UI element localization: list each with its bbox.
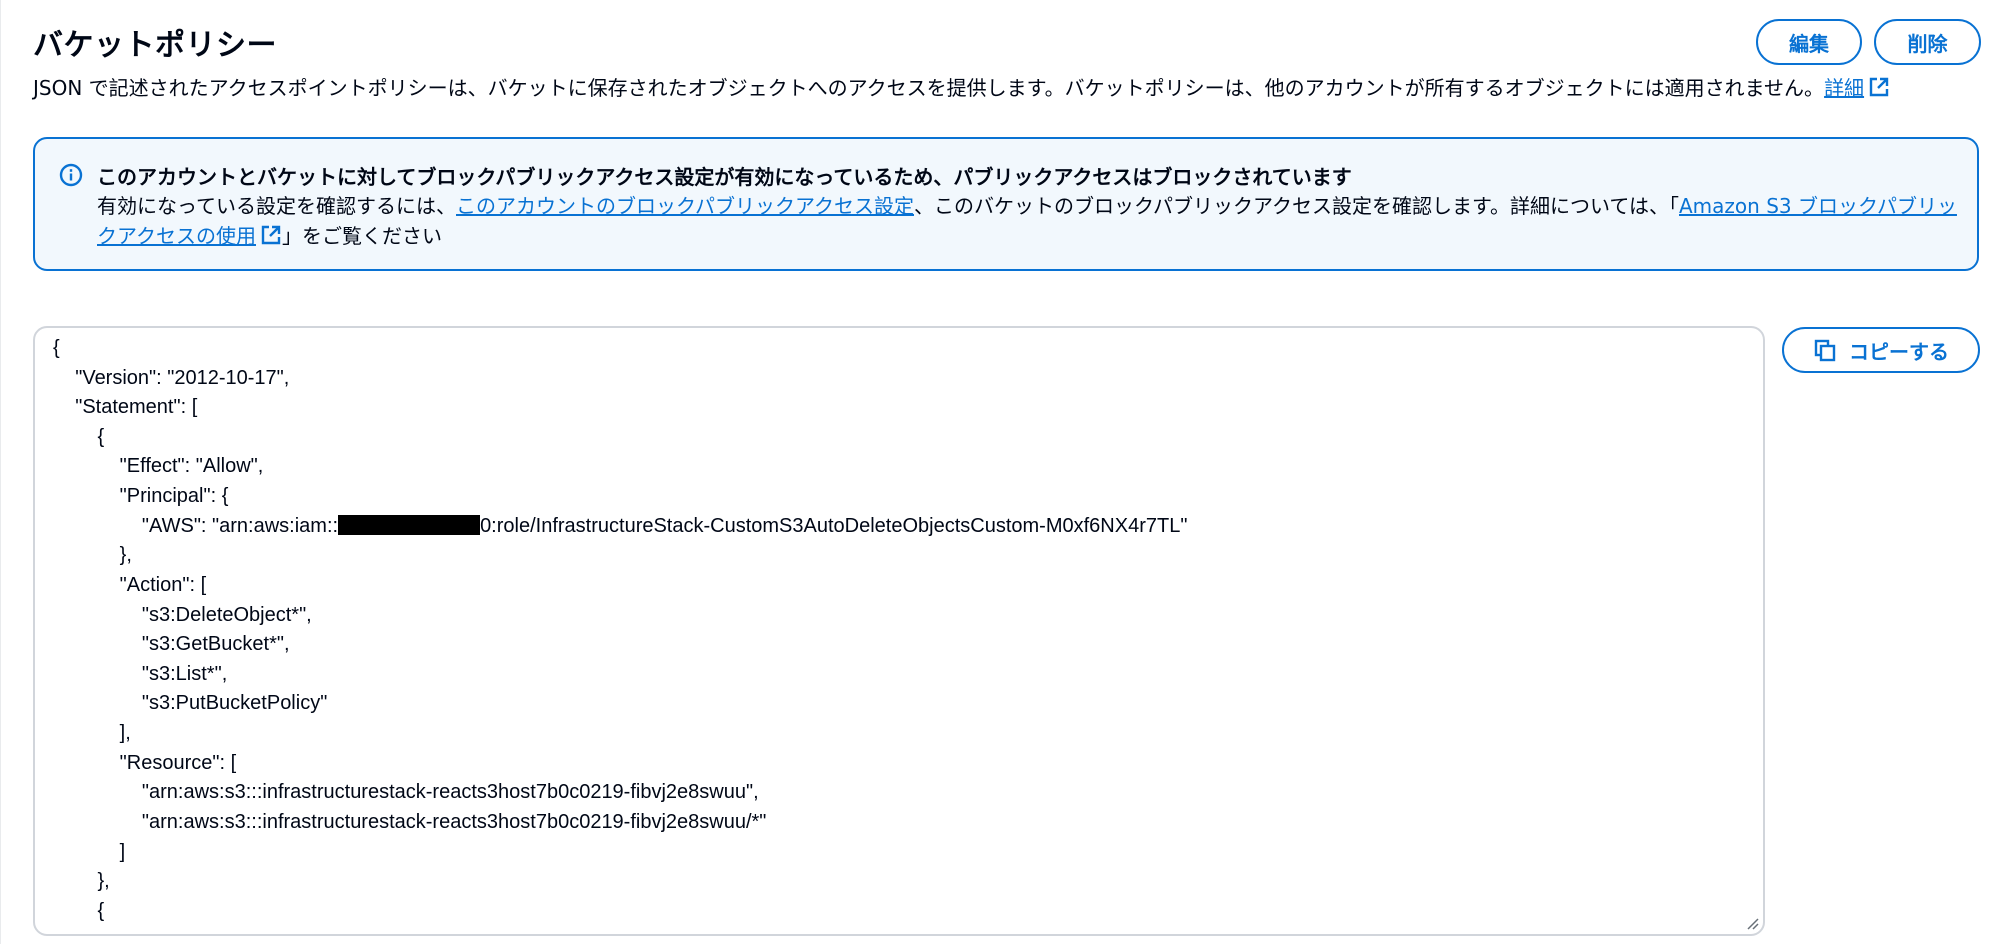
details-link[interactable]: 詳細 xyxy=(1824,76,1890,100)
principal-prefix: "AWS": "arn:aws:iam:: xyxy=(53,515,339,537)
code-line: "Version": "2012-10-17", xyxy=(53,367,290,389)
code-line: { xyxy=(53,900,105,922)
code-line-principal: "AWS": "arn:aws:iam:: 0:role/Infrastructu… xyxy=(53,515,1187,538)
external-link-icon xyxy=(261,225,281,245)
copy-icon xyxy=(1814,339,1836,362)
code-line: "Effect": "Allow", xyxy=(53,455,264,477)
code-line: { xyxy=(53,426,105,448)
alert-body-suffix: 」をご覧ください xyxy=(282,224,442,248)
bucket-policy-panel: バケットポリシー 編集 削除 JSON で記述されたアクセスポイントポリシーは、… xyxy=(0,0,2000,944)
code-line: "s3:GetBucket*", xyxy=(53,633,290,655)
code-line: }, xyxy=(53,870,110,892)
code-line: "Statement": [ xyxy=(53,396,198,418)
copy-button-label: コピーする xyxy=(1849,339,1949,364)
principal-suffix: 0:role/InfrastructureStack-CustomS3AutoD… xyxy=(480,515,1188,537)
description-text: JSON で記述されたアクセスポイントポリシーは、バケットに保存されたオブジェク… xyxy=(33,76,1825,100)
account-block-public-access-link[interactable]: このアカウントのブロックパブリックアクセス設定 xyxy=(456,194,914,218)
code-line: "Action": [ xyxy=(53,574,207,596)
alert-title: このアカウントとバケットに対してブロックパブリックアクセス設定が有効になっている… xyxy=(97,165,1352,189)
details-link-label: 詳細 xyxy=(1824,76,1865,100)
resize-handle-icon[interactable] xyxy=(1745,916,1759,930)
code-line: "s3:PutBucketPolicy" xyxy=(53,692,328,714)
code-line: }, xyxy=(53,544,132,566)
code-line: "Resource": [ xyxy=(53,752,237,774)
info-circle-icon xyxy=(59,163,83,187)
external-link-icon xyxy=(1869,77,1889,97)
copy-button[interactable]: コピーする xyxy=(1782,327,1980,373)
code-line: "arn:aws:s3:::infrastructurestack-reacts… xyxy=(53,781,759,803)
edit-button[interactable]: 編集 xyxy=(1756,19,1862,65)
page-title: バケットポリシー xyxy=(33,28,277,63)
code-line: ] xyxy=(53,841,126,863)
alert-body: 有効になっている設定を確認するには、このアカウントのブロックパブリックアクセス設… xyxy=(97,191,1957,251)
code-line: "Principal": { xyxy=(53,485,229,507)
public-access-alert: このアカウントとバケットに対してブロックパブリックアクセス設定が有効になっている… xyxy=(33,137,1979,271)
delete-button[interactable]: 削除 xyxy=(1874,19,1981,65)
code-line: "s3:List*", xyxy=(53,663,228,685)
redacted-account-id xyxy=(338,515,481,535)
alert-body-middle: 、このバケットのブロックパブリックアクセス設定を確認します。詳細については、「 xyxy=(914,194,1679,218)
code-line: ], xyxy=(53,722,131,744)
code-line: { xyxy=(53,337,60,359)
code-line: "s3:DeleteObject*", xyxy=(53,604,312,626)
alert-body-prefix: 有効になっている設定を確認するには、 xyxy=(97,194,456,218)
policy-json-editor[interactable]: { "Version": "2012-10-17", "Statement": … xyxy=(33,326,1765,936)
code-line: "arn:aws:s3:::infrastructurestack-reacts… xyxy=(53,811,767,833)
policy-description: JSON で記述されたアクセスポイントポリシーは、バケットに保存されたオブジェク… xyxy=(33,72,1890,101)
